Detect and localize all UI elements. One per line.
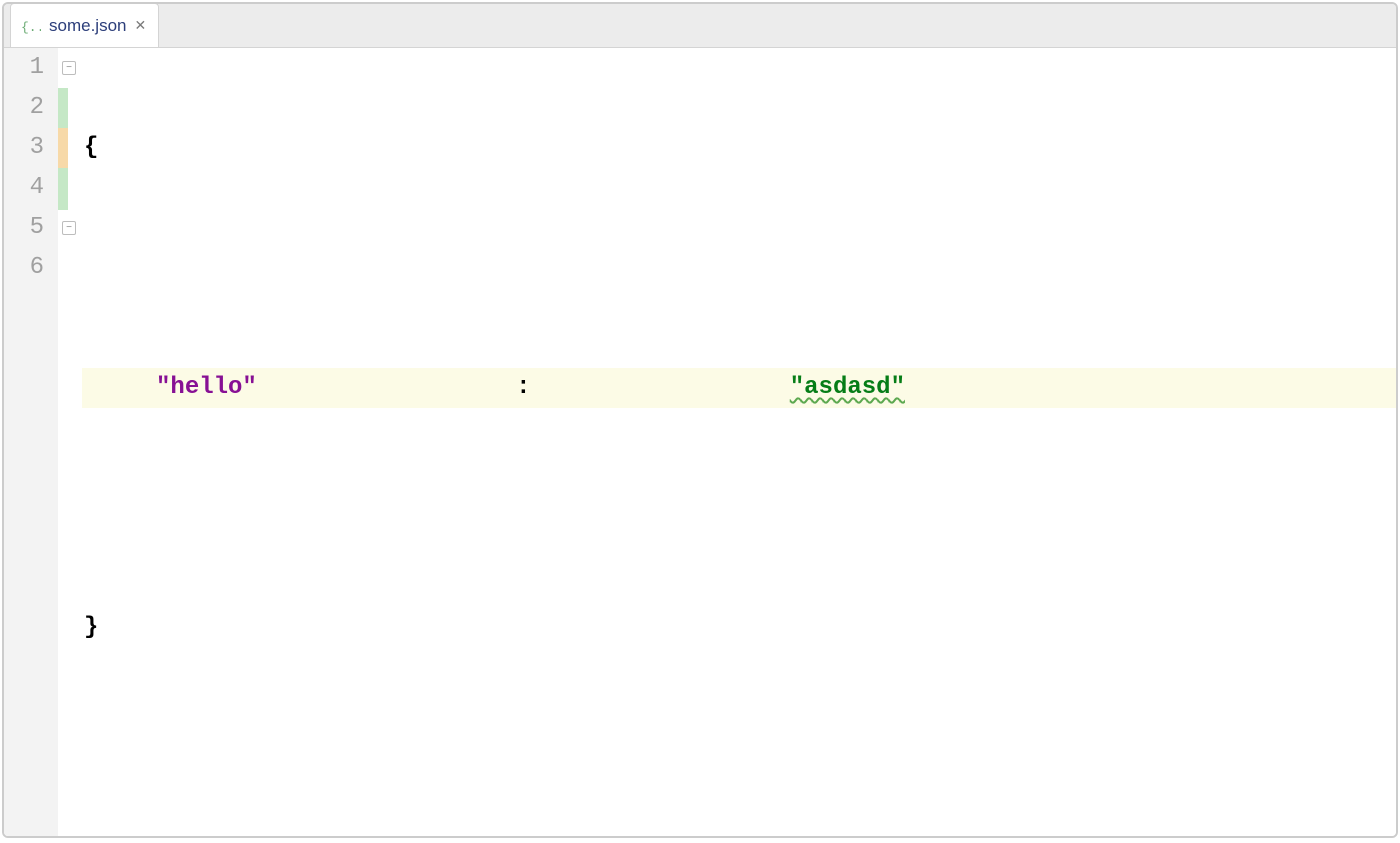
editor-body[interactable]: 1 2 3 4 5 6 − − { "hello" : xyxy=(4,48,1396,838)
json-file-icon: {..} xyxy=(21,16,41,36)
tab-some-json[interactable]: {..} some.json ✕ xyxy=(10,3,159,47)
fold-handle-close[interactable]: − xyxy=(62,221,76,235)
change-marker-column xyxy=(58,48,68,838)
current-line: "hello" : "asdasd" xyxy=(82,368,1396,408)
editor-pane-json: {..} some.json ✕ 1 2 3 4 5 6 xyxy=(4,4,1396,838)
colon: : xyxy=(516,374,530,401)
fold-column: − − xyxy=(68,48,82,838)
tab-bar: {..} some.json ✕ xyxy=(4,4,1396,48)
code-area[interactable]: { "hello" : "asdasd" } xyxy=(82,48,1396,838)
json-key: "hello" xyxy=(156,374,257,401)
close-icon[interactable]: ✕ xyxy=(134,17,146,34)
ide-window: {..} some.json ✕ 1 2 3 4 5 6 xyxy=(2,2,1398,838)
fold-handle-open[interactable]: − xyxy=(62,61,76,75)
brace-open: { xyxy=(84,134,98,161)
tab-label: some.json xyxy=(49,16,126,36)
line-gutter: 1 2 3 4 5 6 xyxy=(4,48,58,838)
brace-close: } xyxy=(84,614,98,641)
svg-text:{..}: {..} xyxy=(21,20,41,35)
json-value: "asdasd" xyxy=(790,374,905,401)
